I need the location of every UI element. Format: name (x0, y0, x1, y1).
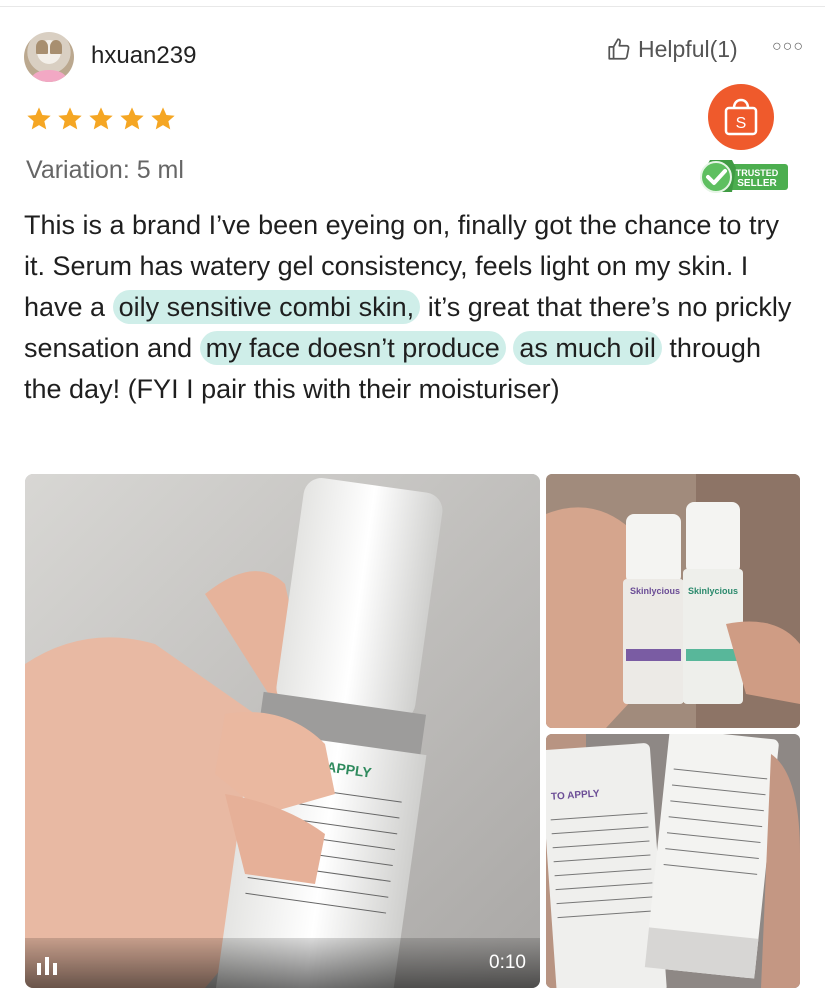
thumbs-up-icon (608, 38, 630, 60)
video-thumbnail-image: HOW TO APPLY (25, 474, 540, 988)
variation-label: Variation: 5 ml (26, 156, 184, 184)
video-duration: 0:10 (489, 952, 526, 973)
video-controls-bar: 0:10 (25, 938, 540, 988)
review-video[interactable]: HOW TO APPLY 0:10 (25, 474, 540, 988)
star-icon (27, 107, 51, 130)
svg-text:Skinlycious: Skinlycious (688, 586, 738, 596)
more-icon[interactable]: ○○○ (772, 38, 804, 56)
star-icon (89, 107, 113, 130)
svg-text:Skinlycious: Skinlycious (630, 586, 680, 596)
avatar[interactable] (24, 32, 74, 82)
review-photo-image: Skinlycious Skinlycious (546, 474, 800, 728)
shop-badge-letter: S (736, 115, 747, 132)
shopee-bag-icon: S (708, 84, 774, 150)
review-photo-image: TO APPLY (546, 734, 800, 988)
review-highlight: my face doesn’t produce (199, 331, 506, 365)
username[interactable]: hxuan239 (91, 42, 196, 70)
review-highlight: as much oil (513, 331, 662, 365)
trusted-line2: SELLER (737, 178, 777, 189)
trusted-line1: TRUSTED (736, 168, 779, 178)
star-icon (120, 107, 144, 130)
helpful-button[interactable]: Helpful(1) (606, 34, 738, 64)
review-highlight: oily sensitive combi skin, (112, 290, 421, 324)
star-icon (151, 107, 175, 130)
star-icon (58, 107, 82, 130)
top-divider (0, 6, 825, 7)
video-icon (37, 957, 57, 975)
review-photo[interactable]: Skinlycious Skinlycious (546, 474, 800, 728)
review-text: This is a brand I’ve been eyeing on, fin… (24, 205, 794, 410)
star-rating (25, 105, 177, 133)
review-photo[interactable]: TO APPLY (546, 734, 800, 988)
helpful-label: Helpful(1) (638, 35, 738, 62)
trusted-seller-badge: TRUSTED SELLER (700, 160, 788, 193)
